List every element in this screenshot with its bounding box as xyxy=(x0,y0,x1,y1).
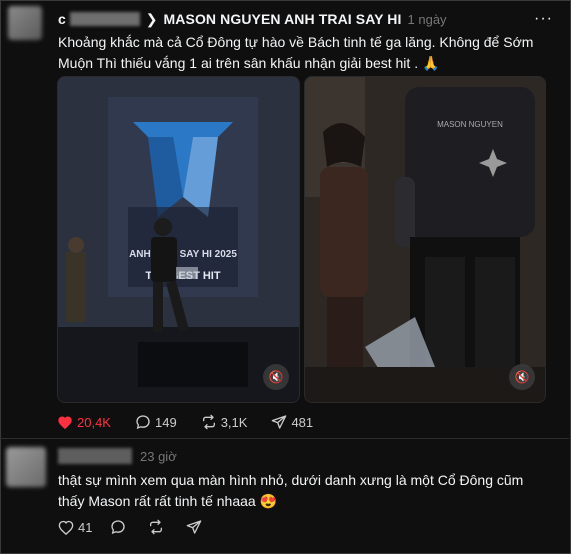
reply-share-button[interactable] xyxy=(186,519,206,535)
post-time: 1 ngày xyxy=(407,11,447,27)
video-thumbnail-1[interactable]: ANH TRAI SAY HI 2025 THE BEST HIT 🔇 xyxy=(57,76,300,403)
comment-bubble-icon xyxy=(111,520,126,535)
like-count: 20,4K xyxy=(77,414,111,430)
reply-avatar[interactable] xyxy=(6,447,46,487)
chevron-right-icon: ❯ xyxy=(145,10,158,27)
shirt-text: MASON NGUYEN xyxy=(437,120,503,129)
send-icon xyxy=(187,520,202,534)
share-button[interactable]: 481 xyxy=(271,414,313,430)
reply-repost-button[interactable] xyxy=(148,519,168,535)
reply-author-blurred[interactable] xyxy=(58,448,132,464)
reply-comment-button[interactable] xyxy=(110,519,130,535)
author-avatar[interactable] xyxy=(8,6,42,40)
post-actions: 20,4K 149 3,1K 481 xyxy=(57,414,337,430)
author-name[interactable]: MASON NGUYEN ANH TRAI SAY HI xyxy=(164,11,402,27)
send-icon xyxy=(272,415,287,429)
handle-blurred xyxy=(69,12,140,26)
more-options-icon[interactable]: ··· xyxy=(534,10,553,28)
share-count: 481 xyxy=(291,414,314,430)
backstage-scene-illustration: MASON NGUYEN xyxy=(305,77,545,402)
video-thumbnail-2[interactable]: MASON NGUYEN 🔇 xyxy=(304,76,546,403)
mute-icon[interactable]: 🔇 xyxy=(509,364,535,390)
repost-count: 3,1K xyxy=(220,414,248,430)
comment-count: 149 xyxy=(154,414,177,430)
mute-icon[interactable]: 🔇 xyxy=(263,364,289,390)
post-caption: Khoảng khắc mà cả Cổ Đông tự hào về Bách… xyxy=(58,34,534,71)
post-header: c ❯ MASON NGUYEN ANH TRAI SAY HI 1 ngày xyxy=(58,9,447,29)
reply-like-button[interactable]: 41 xyxy=(58,520,92,535)
repost-icon xyxy=(150,519,163,535)
handle-prefix[interactable]: c xyxy=(58,11,66,27)
comment-bubble-icon xyxy=(136,415,150,430)
stage-banner-text: ANH TRAI SAY HI 2025 xyxy=(129,249,237,260)
repost-button[interactable]: 3,1K xyxy=(201,414,248,430)
stage-scene-illustration: ANH TRAI SAY HI 2025 THE BEST HIT xyxy=(58,77,299,402)
reply-text: thật sự mình xem qua màn hình nhỏ, dưới … xyxy=(58,472,524,509)
heart-filled-icon xyxy=(58,416,72,429)
comment-button[interactable]: 149 xyxy=(135,414,177,430)
repost-icon xyxy=(202,414,215,430)
reply-actions: 41 xyxy=(58,519,224,535)
divider xyxy=(0,438,569,439)
reply-time: 23 giờ xyxy=(140,449,177,464)
like-button[interactable]: 20,4K xyxy=(57,415,111,430)
heart-outline-icon xyxy=(58,520,74,535)
reply-like-count: 41 xyxy=(78,519,93,535)
